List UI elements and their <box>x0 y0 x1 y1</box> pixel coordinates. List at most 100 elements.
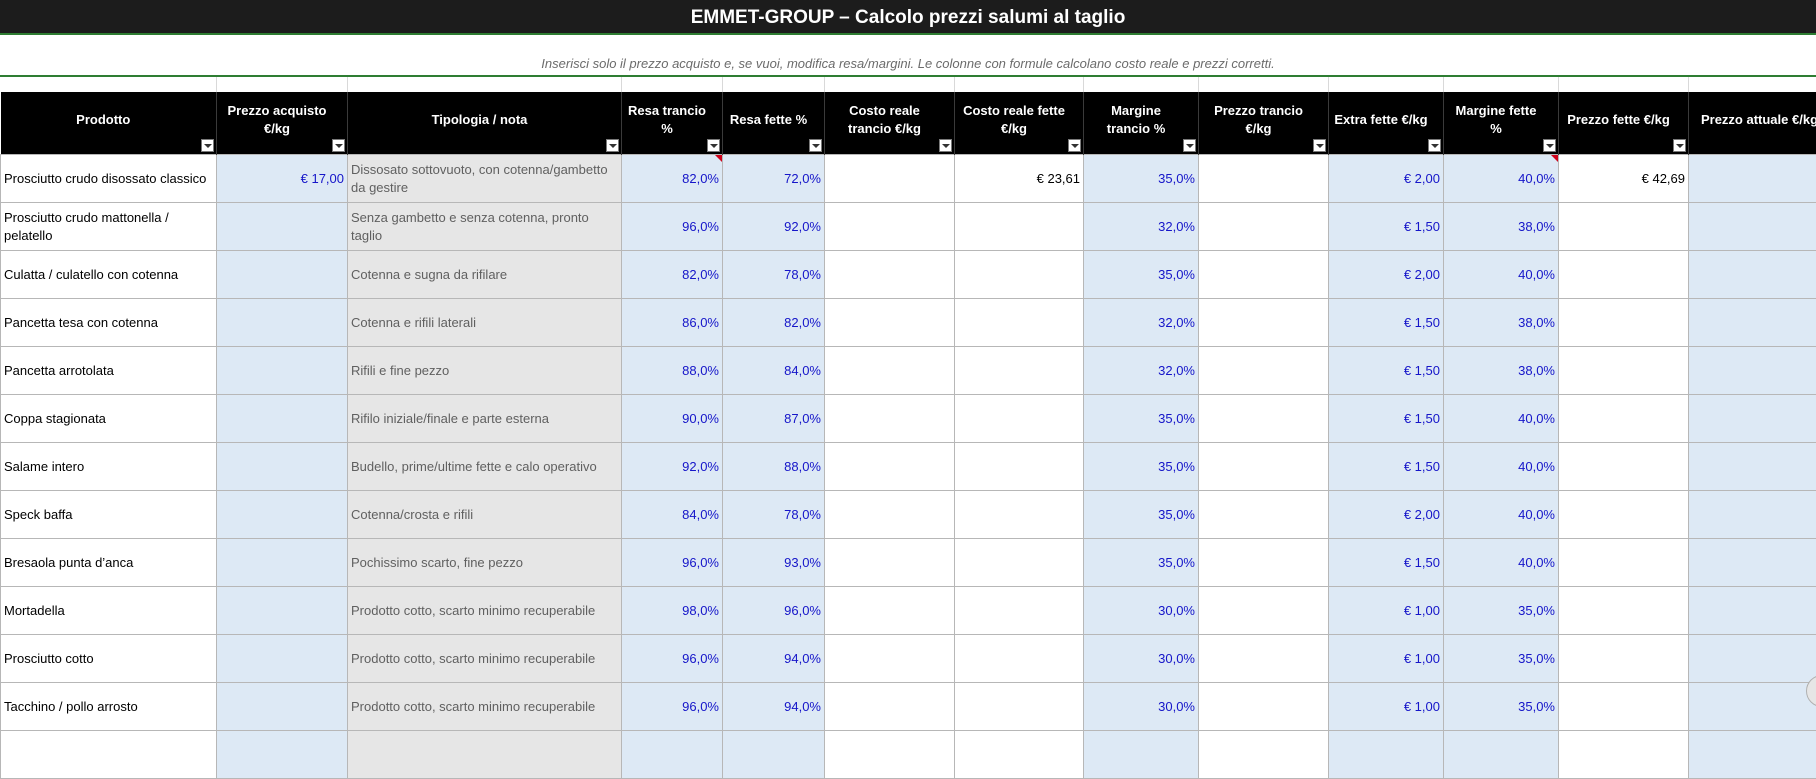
cell-extra-fette[interactable]: € 2,00 <box>1329 155 1444 203</box>
cell-prezzo-fette[interactable] <box>1559 443 1689 491</box>
column-header-resa-trancio[interactable]: Resa trancio % <box>622 92 723 155</box>
cell-prezzo-attuale[interactable] <box>1689 683 1816 731</box>
cell-costo-reale-trancio[interactable] <box>825 347 955 395</box>
filter-dropdown-icon[interactable] <box>1068 139 1081 152</box>
cell-prezzo-trancio[interactable] <box>1199 395 1329 443</box>
cell-prodotto[interactable]: Prosciutto cotto <box>1 635 217 683</box>
cell-resa-trancio[interactable]: 96,0% <box>622 635 723 683</box>
cell-resa-trancio[interactable]: 88,0% <box>622 347 723 395</box>
cell-margine-fette[interactable]: 38,0% <box>1444 347 1559 395</box>
cell-prezzo-trancio[interactable] <box>1199 299 1329 347</box>
cell-tipologia-nota[interactable]: Prodotto cotto, scarto minimo recuperabi… <box>348 683 622 731</box>
cell-costo-reale-fette[interactable] <box>955 347 1084 395</box>
cell-prezzo-attuale[interactable] <box>1689 443 1816 491</box>
cell-tipologia-nota[interactable]: Cotenna e sugna da rifilare <box>348 251 622 299</box>
filter-dropdown-icon[interactable] <box>707 139 720 152</box>
cell-costo-reale-fette[interactable] <box>955 683 1084 731</box>
cell-resa-fette[interactable]: 84,0% <box>723 347 825 395</box>
cell-prezzo-attuale[interactable] <box>1689 251 1816 299</box>
cell-prodotto[interactable]: Prosciutto crudo disossato classico <box>1 155 217 203</box>
cell-prezzo-attuale[interactable] <box>1689 395 1816 443</box>
filter-dropdown-icon[interactable] <box>332 139 345 152</box>
cell-costo-reale-fette[interactable] <box>955 635 1084 683</box>
cell-tipologia-nota[interactable]: Cotenna e rifili laterali <box>348 299 622 347</box>
cell-extra-fette[interactable]: € 1,50 <box>1329 539 1444 587</box>
cell-margine-fette[interactable]: 40,0% <box>1444 443 1559 491</box>
column-header-margine-fette[interactable]: Margine fette % <box>1444 92 1559 155</box>
cell-tipologia-nota[interactable]: Rifilo iniziale/finale e parte esterna <box>348 395 622 443</box>
cell-tipologia-nota[interactable]: Senza gambetto e senza cotenna, pronto t… <box>348 203 622 251</box>
cell-costo-reale-fette[interactable] <box>955 443 1084 491</box>
cell-prodotto[interactable]: Bresaola punta d’anca <box>1 539 217 587</box>
cell-costo-reale-trancio[interactable] <box>825 443 955 491</box>
cell-margine-fette[interactable]: 35,0% <box>1444 683 1559 731</box>
cell-margine-fette[interactable]: 38,0% <box>1444 299 1559 347</box>
cell-prezzo-attuale[interactable] <box>1689 299 1816 347</box>
cell-prezzo-fette[interactable]: € 42,69 <box>1559 155 1689 203</box>
column-header-extra-fette[interactable]: Extra fette €/kg <box>1329 92 1444 155</box>
column-header-tipologia[interactable]: Tipologia / nota <box>348 92 622 155</box>
cell-prezzo-fette[interactable] <box>1559 491 1689 539</box>
cell-extra-fette[interactable]: € 1,00 <box>1329 635 1444 683</box>
column-header-costo-fette[interactable]: Costo reale fette €/kg <box>955 92 1084 155</box>
cell-extra-fette[interactable]: € 1,50 <box>1329 395 1444 443</box>
cell-costo-reale-fette[interactable]: € 23,61 <box>955 155 1084 203</box>
cell-tipologia-nota[interactable]: Dissosato sottovuoto, con cotenna/gambet… <box>348 155 622 203</box>
cell-margine-trancio[interactable]: 32,0% <box>1084 347 1199 395</box>
cell-costo-reale-trancio[interactable] <box>825 203 955 251</box>
cell-margine-fette[interactable]: 40,0% <box>1444 155 1559 203</box>
cell-prezzo-attuale[interactable] <box>1689 491 1816 539</box>
cell-costo-reale-fette[interactable] <box>955 299 1084 347</box>
cell-costo-reale-trancio[interactable] <box>825 251 955 299</box>
cell-resa-fette[interactable]: 78,0% <box>723 491 825 539</box>
cell-costo-reale-trancio[interactable] <box>825 491 955 539</box>
cell-tipologia-nota[interactable]: Cotenna/crosta e rifili <box>348 491 622 539</box>
cell-margine-trancio[interactable]: 30,0% <box>1084 683 1199 731</box>
cell-resa-fette[interactable]: 96,0% <box>723 587 825 635</box>
cell-extra-fette[interactable]: € 1,50 <box>1329 347 1444 395</box>
cell-costo-reale-fette[interactable] <box>955 587 1084 635</box>
cell-resa-trancio[interactable]: 86,0% <box>622 299 723 347</box>
cell-costo-reale-fette[interactable] <box>955 491 1084 539</box>
cell-prezzo-acquisto[interactable] <box>217 299 348 347</box>
cell-prezzo-trancio[interactable] <box>1199 539 1329 587</box>
cell-costo-reale-trancio[interactable] <box>825 683 955 731</box>
cell-prezzo-attuale[interactable] <box>1689 203 1816 251</box>
cell-resa-trancio[interactable]: 90,0% <box>622 395 723 443</box>
cell-costo-reale-fette[interactable] <box>955 539 1084 587</box>
cell-prezzo-fette[interactable] <box>1559 203 1689 251</box>
column-header-prodotto[interactable]: Prodotto <box>1 92 217 155</box>
cell-tipologia-nota[interactable]: Pochissimo scarto, fine pezzo <box>348 539 622 587</box>
cell-costo-reale-trancio[interactable] <box>825 395 955 443</box>
cell-margine-trancio[interactable]: 32,0% <box>1084 299 1199 347</box>
cell-tipologia-nota[interactable]: Rifili e fine pezzo <box>348 347 622 395</box>
cell-prezzo-trancio[interactable] <box>1199 203 1329 251</box>
cell-margine-trancio[interactable]: 35,0% <box>1084 491 1199 539</box>
cell-resa-fette[interactable]: 72,0% <box>723 155 825 203</box>
cell-margine-trancio[interactable]: 35,0% <box>1084 155 1199 203</box>
cell-prezzo-acquisto[interactable] <box>217 347 348 395</box>
cell-margine-fette[interactable]: 40,0% <box>1444 491 1559 539</box>
cell-margine-fette[interactable]: 40,0% <box>1444 539 1559 587</box>
cell-extra-fette[interactable]: € 1,50 <box>1329 443 1444 491</box>
cell-margine-trancio[interactable]: 35,0% <box>1084 443 1199 491</box>
cell-prezzo-trancio[interactable] <box>1199 635 1329 683</box>
cell-prezzo-trancio[interactable] <box>1199 683 1329 731</box>
cell-extra-fette[interactable]: € 1,50 <box>1329 203 1444 251</box>
cell-prezzo-fette[interactable] <box>1559 683 1689 731</box>
column-header-prezzo-acquisto[interactable]: Prezzo acquisto €/kg <box>217 92 348 155</box>
cell-prezzo-acquisto[interactable] <box>217 635 348 683</box>
cell-tipologia-nota[interactable]: Budello, prime/ultime fette e calo opera… <box>348 443 622 491</box>
cell-prodotto[interactable]: Mortadella <box>1 587 217 635</box>
cell-margine-trancio[interactable]: 35,0% <box>1084 539 1199 587</box>
column-header-prezzo-attuale[interactable]: Prezzo attuale €/kg <box>1689 92 1816 155</box>
filter-dropdown-icon[interactable] <box>1673 139 1686 152</box>
cell-prezzo-attuale[interactable] <box>1689 635 1816 683</box>
cell-margine-fette[interactable]: 35,0% <box>1444 635 1559 683</box>
cell-extra-fette[interactable]: € 2,00 <box>1329 491 1444 539</box>
cell-prezzo-fette[interactable] <box>1559 635 1689 683</box>
cell-prezzo-acquisto[interactable] <box>217 683 348 731</box>
cell-costo-reale-trancio[interactable] <box>825 587 955 635</box>
cell-prezzo-acquisto[interactable] <box>217 251 348 299</box>
cell-prezzo-fette[interactable] <box>1559 539 1689 587</box>
